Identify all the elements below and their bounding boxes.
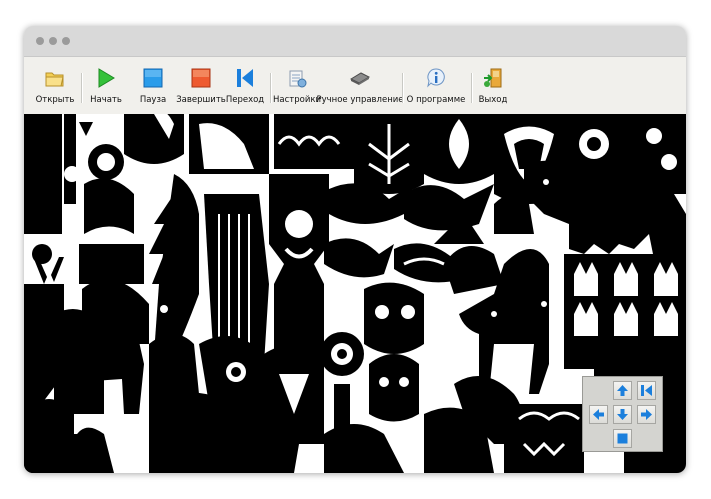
navigation-pad xyxy=(582,376,663,452)
nav-up-button[interactable] xyxy=(613,381,632,400)
arrow-down-icon xyxy=(617,409,628,420)
settings-button[interactable]: Настройки xyxy=(273,63,322,109)
app-window: Открыть Начать Пауза Завершить Переход Н… xyxy=(24,26,686,473)
exit-button[interactable]: Выход xyxy=(478,63,508,109)
open-label: Открыть xyxy=(35,95,75,105)
toolbar-separator xyxy=(402,73,404,103)
image-canvas[interactable] xyxy=(24,114,686,473)
arrow-left-icon xyxy=(593,409,604,420)
info-icon xyxy=(427,68,445,88)
skip-to-start-icon xyxy=(237,69,253,87)
skip-to-start-icon xyxy=(641,385,652,396)
open-button[interactable]: Открыть xyxy=(35,63,75,109)
stop-square-icon xyxy=(191,68,211,88)
play-icon xyxy=(98,68,115,88)
jump-button[interactable]: Переход xyxy=(225,63,265,109)
exit-label: Выход xyxy=(478,95,508,105)
start-label: Начать xyxy=(90,95,122,105)
pause-square-icon xyxy=(143,68,163,88)
nav-skip-to-start-button[interactable] xyxy=(637,381,656,400)
pause-label: Пауза xyxy=(139,95,167,105)
toolbar-separator xyxy=(270,73,272,103)
pause-button[interactable]: Пауза xyxy=(138,63,168,109)
start-button[interactable]: Начать xyxy=(90,63,122,109)
jump-label: Переход xyxy=(225,95,265,105)
chip-icon xyxy=(349,72,371,85)
arrow-up-icon xyxy=(617,385,628,396)
arrow-right-icon xyxy=(641,409,652,420)
window-minimize-dot[interactable] xyxy=(49,37,57,45)
window-zoom-dot[interactable] xyxy=(62,37,70,45)
title-bar xyxy=(24,26,686,57)
toolbar: Открыть Начать Пауза Завершить Переход Н… xyxy=(24,57,686,114)
about-label: О программе xyxy=(406,95,466,105)
window-close-dot[interactable] xyxy=(36,37,44,45)
nav-left-button[interactable] xyxy=(589,405,608,424)
nav-right-button[interactable] xyxy=(637,405,656,424)
toolbar-separator xyxy=(81,73,83,103)
manual-control-button[interactable]: Ручное управление xyxy=(316,63,404,109)
toolbar-separator xyxy=(471,73,473,103)
about-button[interactable]: О программе xyxy=(406,63,466,109)
nav-down-button[interactable] xyxy=(613,405,632,424)
finish-label: Завершить xyxy=(176,95,226,105)
finish-button[interactable]: Завершить xyxy=(176,63,226,109)
settings-icon xyxy=(289,70,307,88)
settings-label: Настройки xyxy=(273,95,322,105)
exit-door-icon xyxy=(484,68,502,88)
nav-stop-button[interactable] xyxy=(613,429,632,448)
folder-icon xyxy=(45,72,64,87)
stop-square-icon xyxy=(617,433,628,444)
manual-control-label: Ручное управление xyxy=(316,95,404,105)
